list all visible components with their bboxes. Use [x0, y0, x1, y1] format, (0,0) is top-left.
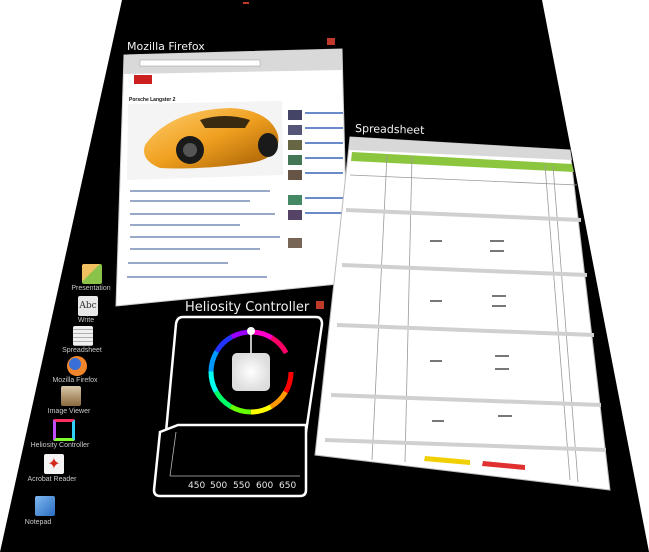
firefox-icon[interactable]: [67, 356, 87, 376]
x-tick-label: 450: [188, 481, 205, 491]
firefox-close-button[interactable]: [327, 38, 335, 45]
acrobat-icon[interactable]: ✦: [44, 454, 64, 474]
spreadsheet-icon[interactable]: [73, 326, 93, 346]
dock-item-label: Write: [77, 317, 95, 324]
selected-color-swatch: [232, 353, 270, 391]
dock-item-label: Presentation: [71, 285, 111, 292]
image-viewer-icon[interactable]: [61, 386, 81, 406]
heliosity-window[interactable]: Heliosity Controller 450 500 550 600 650: [152, 300, 324, 498]
wheel-selector-handle[interactable]: [247, 327, 255, 335]
spreadsheet-window-title: Spreadsheet: [355, 122, 425, 137]
presentation-icon[interactable]: [82, 264, 102, 284]
dock-item-label: Spreadsheet: [62, 347, 102, 354]
dock-item-label: Acrobat Reader: [27, 476, 77, 483]
spreadsheet-window-frame: [314, 136, 611, 491]
heliosity-close-button[interactable]: [316, 301, 324, 309]
youtube-logo: [134, 75, 152, 84]
spreadsheet-window[interactable]: Spreadsheet: [314, 122, 611, 491]
dock-item-label: Notepad: [24, 519, 52, 526]
notepad-icon[interactable]: [35, 496, 55, 516]
x-tick-label: 550: [233, 481, 250, 491]
x-tick-label: 600: [256, 481, 273, 491]
dock-item-label: Image Viewer: [47, 408, 91, 415]
video-title: Porsche Langster 2: [129, 97, 176, 103]
dock-item-label: Mozilla Firefox: [52, 377, 98, 384]
dock-item-label: Heliosity Controller: [30, 442, 90, 449]
firefox-address-bar[interactable]: [139, 59, 261, 67]
heliosity-window-title: Heliosity Controller: [185, 300, 310, 315]
write-icon[interactable]: Abc: [78, 296, 98, 316]
x-tick-label: 500: [210, 481, 227, 491]
x-tick-label: 650: [279, 481, 296, 491]
top-edge-marker: [243, 2, 249, 4]
firefox-window[interactable]: Mozilla Firefox Porsche Langster 2: [115, 38, 349, 307]
firefox-window-title: Mozilla Firefox: [127, 40, 205, 53]
graph-x-tick-labels: 450 500 550 600 650: [188, 481, 296, 491]
heliosity-icon[interactable]: [53, 419, 75, 441]
